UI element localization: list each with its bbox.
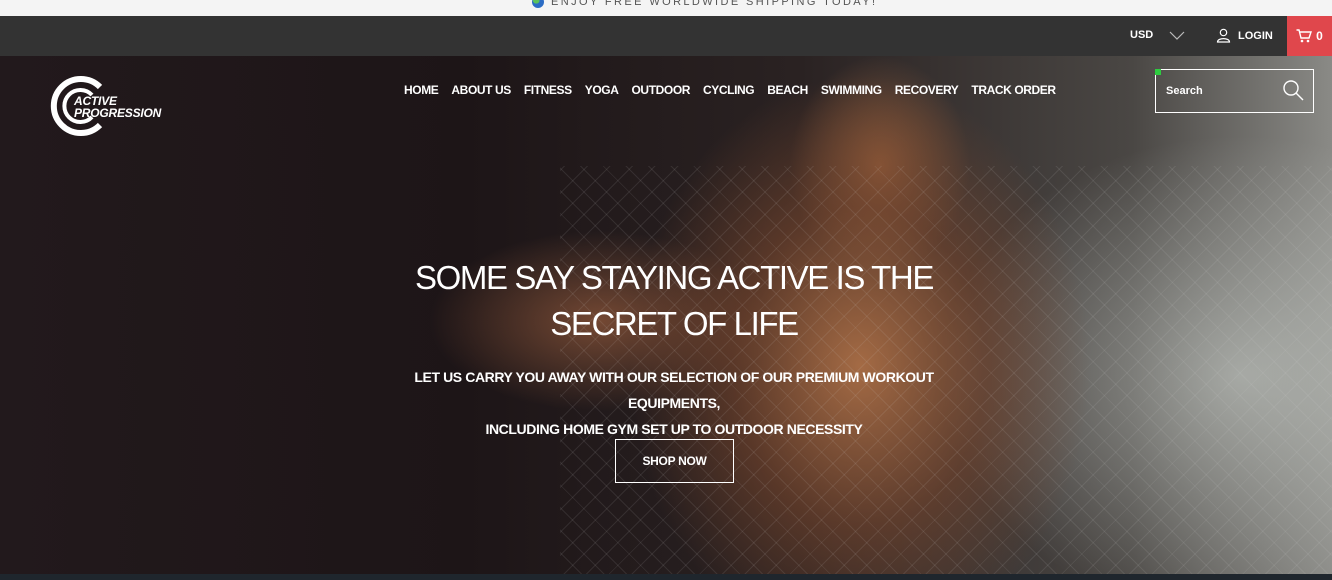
logo-text: ACTIVE PROGRESSION xyxy=(74,95,161,119)
nav-item-about-us[interactable]: ABOUT US xyxy=(451,83,511,97)
login-label: LOGIN xyxy=(1238,29,1273,42)
search-input[interactable] xyxy=(1166,83,1276,99)
nav-item-beach[interactable]: BEACH xyxy=(767,83,808,97)
hero-headline: SOME SAY STAYING ACTIVE IS THE SECRET OF… xyxy=(415,259,934,342)
hero-subheadline: LET US CARRY YOU AWAY WITH OUR SELECTION… xyxy=(380,364,968,442)
nav-item-cycling[interactable]: CYCLING xyxy=(703,83,755,97)
main-navigation: HOME ABOUT US FITNESS YOGA OUTDOOR CYCLI… xyxy=(404,83,1069,97)
nav-item-yoga[interactable]: YOGA xyxy=(585,83,619,97)
site-logo[interactable]: ACTIVE PROGRESSION xyxy=(50,75,186,137)
currency-selector[interactable]: USD xyxy=(1130,29,1185,41)
login-link[interactable]: LOGIN xyxy=(1216,28,1273,43)
announcement-text: ENJOY FREE WORLDWIDE SHIPPING TODAY! xyxy=(551,0,878,8)
user-icon xyxy=(1216,28,1231,43)
nav-item-outdoor[interactable]: OUTDOOR xyxy=(632,83,691,97)
cart-count: 0 xyxy=(1316,29,1323,43)
globe-icon xyxy=(532,0,544,8)
nav-item-home[interactable]: HOME xyxy=(404,83,439,97)
hero-subheadline-line-1: LET US CARRY YOU AWAY WITH OUR SELECTION… xyxy=(414,369,934,411)
nav-item-track-order[interactable]: TRACK ORDER xyxy=(971,83,1056,97)
top-utility-bar: USD LOGIN 0 xyxy=(0,16,1332,56)
search-icon[interactable] xyxy=(1282,79,1304,101)
shop-now-button[interactable]: SHOP NOW xyxy=(615,439,734,483)
logo-line-2: PROGRESSION xyxy=(74,106,162,120)
nav-item-swimming[interactable]: SWIMMING xyxy=(821,83,882,97)
announcement-bar: ENJOY FREE WORLDWIDE SHIPPING TODAY! xyxy=(0,0,1332,16)
cart-button[interactable]: 0 xyxy=(1287,16,1332,56)
currency-label: USD xyxy=(1130,29,1154,41)
section-divider xyxy=(0,574,1332,580)
search-box[interactable] xyxy=(1155,69,1314,113)
nav-item-recovery[interactable]: RECOVERY xyxy=(895,83,959,97)
cart-icon xyxy=(1296,29,1313,43)
focus-indicator xyxy=(1155,69,1161,75)
chevron-down-icon xyxy=(1169,31,1185,40)
nav-item-fitness[interactable]: FITNESS xyxy=(524,83,572,97)
